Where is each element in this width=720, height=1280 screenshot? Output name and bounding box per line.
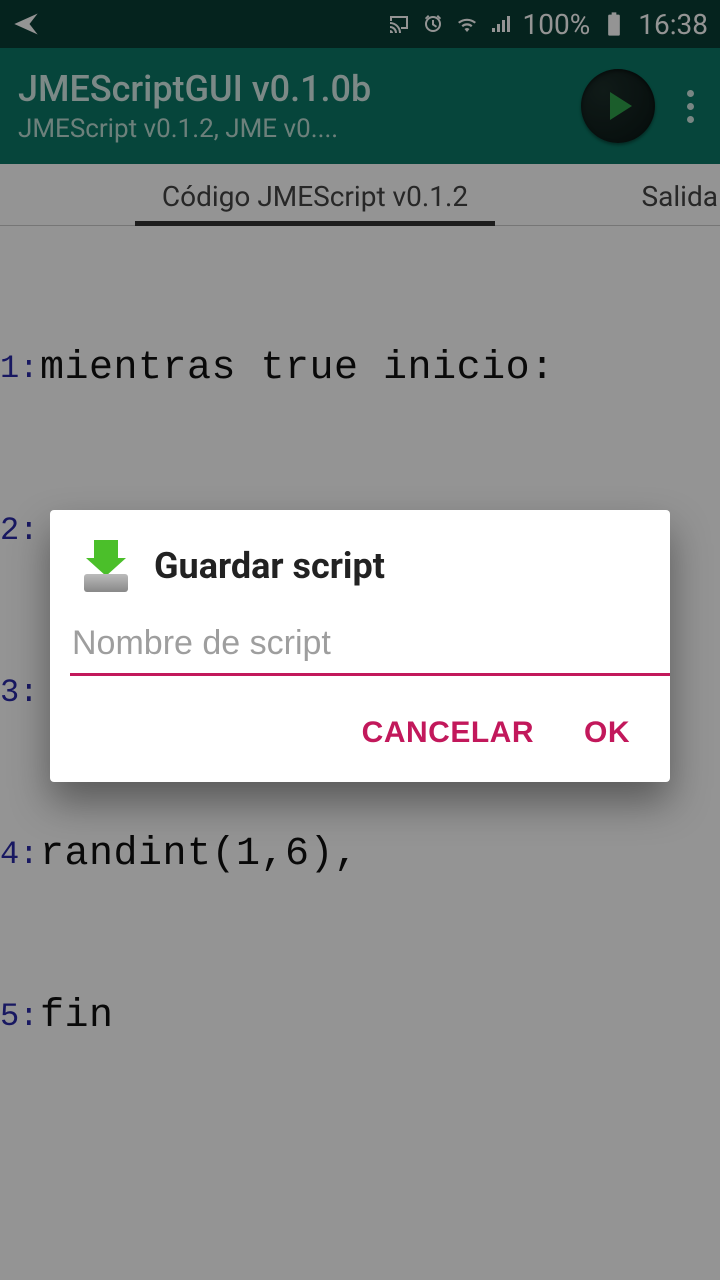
modal-scrim[interactable]: Guardar script CANCELAR OK [0, 0, 720, 1280]
dialog-title: Guardar script [154, 545, 385, 587]
ok-button[interactable]: OK [584, 716, 630, 750]
save-icon [80, 540, 132, 592]
save-dialog: Guardar script CANCELAR OK [50, 510, 670, 782]
cancel-button[interactable]: CANCELAR [362, 716, 534, 750]
script-name-input[interactable] [70, 612, 670, 676]
